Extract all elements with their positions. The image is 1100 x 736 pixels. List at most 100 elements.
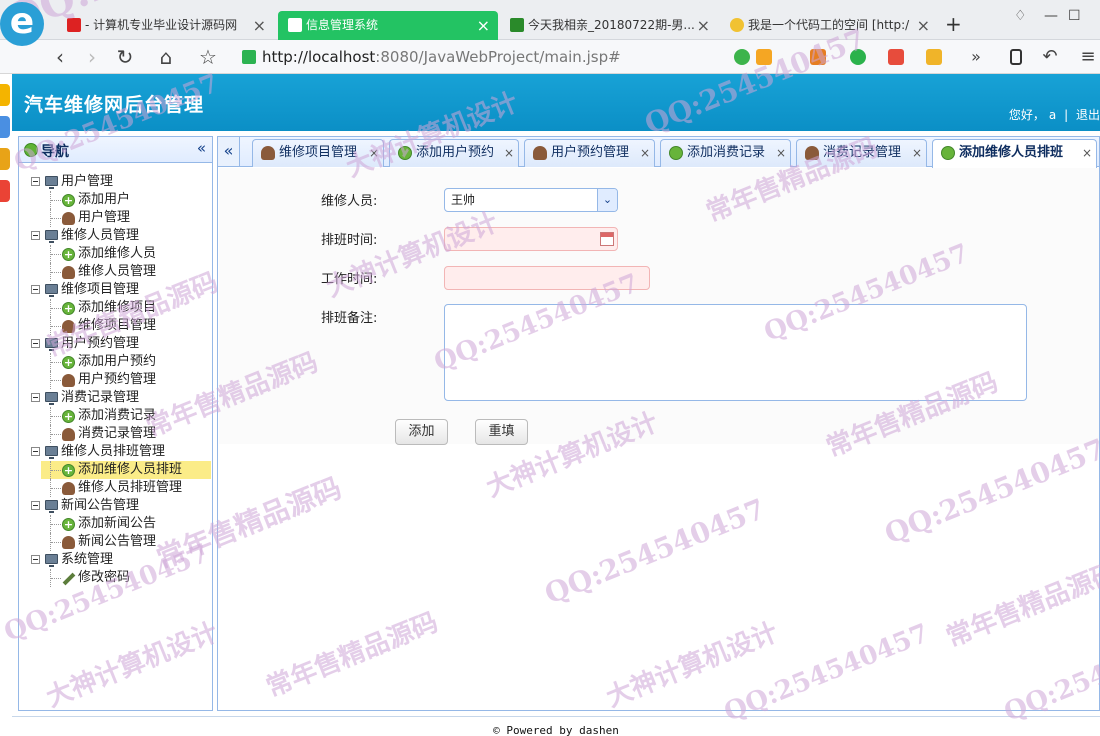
nav-group[interactable]: 用户预约管理 <box>29 335 194 353</box>
forward-icon[interactable]: › <box>78 43 106 71</box>
nav-group[interactable]: 消费记录管理 <box>29 389 194 407</box>
close-tab-icon[interactable]: × <box>776 140 786 166</box>
device-icon[interactable] <box>1010 49 1022 65</box>
tab-3[interactable]: 添加消费记录 × <box>660 139 791 167</box>
nav-group[interactable]: 维修项目管理 <box>29 281 194 299</box>
close-tab-icon[interactable]: × <box>504 140 514 166</box>
nav-group[interactable]: 用户管理 <box>29 173 194 191</box>
tab-scroll-left-button[interactable]: « <box>218 137 240 166</box>
chevron-down-icon[interactable]: ⌄ <box>597 189 617 211</box>
nav-item[interactable]: + 添加维修人员 <box>29 245 194 263</box>
maximize-icon[interactable]: ☐ <box>1068 8 1081 24</box>
close-tab-icon[interactable]: × <box>1082 140 1092 166</box>
lightning-icon[interactable] <box>756 49 772 65</box>
collapse-toggle-icon[interactable] <box>31 177 40 186</box>
folder-computer-icon <box>45 392 58 405</box>
apps-icon[interactable] <box>810 49 826 65</box>
nav-group[interactable]: 新闻公告管理 <box>29 497 194 515</box>
nav-item[interactable]: 维修人员排班管理 <box>29 479 194 497</box>
close-tab-icon[interactable]: × <box>477 11 490 40</box>
skin-icon[interactable]: ♢ <box>1014 8 1027 24</box>
shield-icon[interactable] <box>850 49 866 65</box>
nav-item[interactable]: 用户管理 <box>29 209 194 227</box>
close-tab-icon[interactable]: × <box>253 11 266 40</box>
favorite-star-icon[interactable]: ☆ <box>194 43 222 71</box>
tab-1[interactable]: 添加用户预约 × <box>389 139 519 167</box>
calendar-icon[interactable] <box>600 232 614 246</box>
close-tab-icon[interactable]: × <box>369 140 379 166</box>
tab-0[interactable]: 维修项目管理 × <box>252 139 384 167</box>
reset-button[interactable]: 重填 <box>475 419 528 445</box>
side-app-icon[interactable] <box>0 180 10 202</box>
close-tab-icon[interactable]: × <box>917 11 930 40</box>
tree-line <box>51 218 61 219</box>
collapse-toggle-icon[interactable] <box>31 393 40 402</box>
browser-tab-3[interactable]: 今天我相亲_20180722期-男... × <box>500 11 718 40</box>
browser-tab-1[interactable]: - 计算机专业毕业设计源码网 × <box>57 11 274 40</box>
nav-group[interactable]: 维修人员管理 <box>29 227 194 245</box>
tab-2[interactable]: 用户预约管理 × <box>524 139 655 167</box>
schedule-note-textarea[interactable] <box>444 304 1027 401</box>
tab-5[interactable]: 添加维修人员排班 × <box>932 139 1097 168</box>
app-header: 汽车维修网后台管理 您好， a | 退出 <box>12 74 1100 131</box>
nav-item[interactable]: 维修人员管理 <box>29 263 194 281</box>
nav-item[interactable]: + 添加维修项目 <box>29 299 194 317</box>
menu-icon[interactable]: ≡ <box>1074 43 1100 71</box>
back-icon[interactable]: ‹ <box>46 43 74 71</box>
translate-icon[interactable] <box>888 49 904 65</box>
staff-label: 维修人员: <box>321 194 378 209</box>
collapse-toggle-icon[interactable] <box>31 555 40 564</box>
nav-group[interactable]: 系统管理 <box>29 551 194 569</box>
collapse-toggle-icon[interactable] <box>31 501 40 510</box>
work-time-input[interactable] <box>444 266 650 290</box>
browser-toolbar: ‹ › ↻ ⌂ ☆ http://localhost:8080/JavaWebP… <box>0 40 1100 74</box>
add-icon: + <box>62 518 75 531</box>
nav-item[interactable]: 修改密码 <box>29 569 194 587</box>
nav-item[interactable]: + 添加维修人员排班 <box>29 461 212 479</box>
nav-group[interactable]: 维修人员排班管理 <box>29 443 194 461</box>
collapse-toggle-icon[interactable] <box>31 285 40 294</box>
gift-icon[interactable] <box>926 49 942 65</box>
nav-item[interactable]: + 添加消费记录 <box>29 407 194 425</box>
nav-item[interactable]: 维修项目管理 <box>29 317 194 335</box>
nav-item[interactable]: 消费记录管理 <box>29 425 194 443</box>
nav-item[interactable]: + 添加用户 <box>29 191 194 209</box>
browser-tab-2[interactable]: 信息管理系统 × <box>278 11 498 40</box>
schedule-date-input[interactable] <box>444 227 618 251</box>
nav-label: 维修人员管理 <box>61 228 140 243</box>
logout-link[interactable]: 退出 <box>1076 108 1100 122</box>
add-button[interactable]: 添加 <box>395 419 448 445</box>
side-app-icon[interactable] <box>0 148 10 170</box>
browser-side-strip <box>0 84 12 254</box>
nav-item[interactable]: 新闻公告管理 <box>29 533 194 551</box>
extension-icon[interactable] <box>734 49 750 65</box>
nav-item[interactable]: + 添加新闻公告 <box>29 515 194 533</box>
collapse-toggle-icon[interactable] <box>31 447 40 456</box>
more-extensions-icon[interactable]: » <box>962 43 990 71</box>
collapse-toggle-icon[interactable] <box>31 339 40 348</box>
user-icon <box>62 266 75 279</box>
site-favicon-icon <box>67 18 81 32</box>
home-icon[interactable]: ⌂ <box>152 43 180 71</box>
minimize-icon[interactable]: — <box>1044 8 1058 24</box>
close-tab-icon[interactable]: × <box>640 140 650 166</box>
staff-select[interactable]: 王帅 ⌄ <box>444 188 618 212</box>
new-tab-button[interactable]: + <box>945 12 962 36</box>
main-panel: « 维修项目管理 × 添加用户预约 × 用户预约管理 × 添加消费记录 × 消费记录管理 × 添加维… <box>217 136 1100 711</box>
side-app-icon[interactable] <box>0 84 10 106</box>
tab-4[interactable]: 消费记录管理 × <box>796 139 927 167</box>
nav-item[interactable]: 用户预约管理 <box>29 371 194 389</box>
undo-icon[interactable]: ↶ <box>1036 43 1064 71</box>
collapse-nav-icon[interactable]: « <box>197 139 206 157</box>
address-bar[interactable]: http://localhost:8080/JavaWebProject/mai… <box>236 44 726 70</box>
collapse-toggle-icon[interactable] <box>31 231 40 240</box>
browser-tab-4[interactable]: 我是一个代码工的空间 [http:/ × <box>720 11 938 40</box>
close-tab-icon[interactable]: × <box>697 11 710 40</box>
side-app-icon[interactable] <box>0 116 10 138</box>
close-tab-icon[interactable]: × <box>912 140 922 166</box>
reload-icon[interactable]: ↻ <box>111 43 139 71</box>
globe-icon <box>24 143 38 157</box>
url-path: :8080/JavaWebProject/main.jsp# <box>375 48 621 66</box>
schedule-date-label: 排班时间: <box>321 233 378 248</box>
nav-item[interactable]: + 添加用户预约 <box>29 353 194 371</box>
